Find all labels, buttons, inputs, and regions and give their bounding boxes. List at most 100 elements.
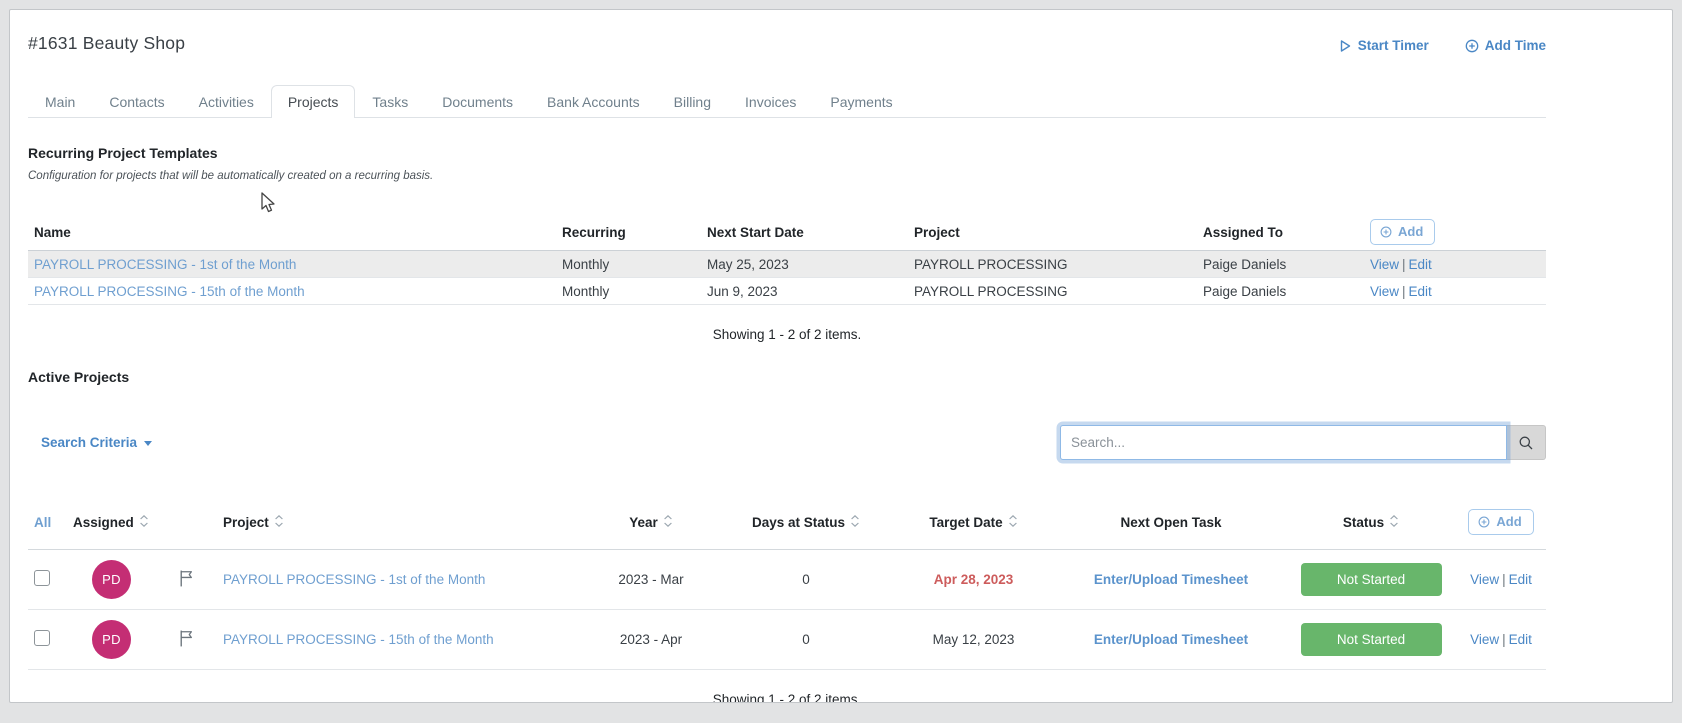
col-next-start-date: Next Start Date xyxy=(701,214,908,251)
search-button[interactable] xyxy=(1507,425,1546,460)
add-project-button[interactable]: Add xyxy=(1468,509,1534,535)
divider: | xyxy=(1402,256,1406,272)
avatar: PD xyxy=(92,620,131,659)
template-project: PAYROLL PROCESSING xyxy=(914,283,1068,299)
tab-invoices[interactable]: Invoices xyxy=(728,85,813,118)
sort-icon xyxy=(663,514,673,531)
active-projects-title: Active Projects xyxy=(28,369,130,385)
recurring-templates-title: Recurring Project Templates xyxy=(28,145,218,161)
search-criteria-dropdown[interactable]: Search Criteria xyxy=(41,435,153,450)
tab-bank-accounts[interactable]: Bank Accounts xyxy=(530,85,657,118)
divider: | xyxy=(1502,572,1506,587)
sort-icon xyxy=(1389,514,1399,531)
active-showing-text: Showing 1 - 2 of 2 items. xyxy=(712,692,862,703)
project-link[interactable]: PAYROLL PROCESSING - 15th of the Month xyxy=(223,632,494,647)
tab-tasks[interactable]: Tasks xyxy=(355,85,425,118)
col-status[interactable]: Status xyxy=(1286,504,1456,550)
sort-icon xyxy=(850,514,860,531)
search-icon xyxy=(1518,435,1534,451)
recurring-templates-subtitle: Configuration for projects that will be … xyxy=(28,170,434,182)
table-row: PAYROLL PROCESSING - 15th of the Month M… xyxy=(28,278,1546,305)
edit-link[interactable]: Edit xyxy=(1509,632,1532,647)
tab-projects[interactable]: Projects xyxy=(270,85,356,119)
target-date: May 12, 2023 xyxy=(932,632,1015,647)
search-group xyxy=(1060,425,1546,460)
start-timer-button[interactable]: Start Timer xyxy=(1338,38,1429,53)
select-all-link[interactable]: All xyxy=(34,515,51,530)
play-icon xyxy=(1338,39,1352,53)
col-days-at-status[interactable]: Days at Status xyxy=(721,504,891,550)
row-checkbox[interactable] xyxy=(34,570,50,586)
edit-link[interactable]: Edit xyxy=(1509,572,1532,587)
col-assigned-to: Assigned To xyxy=(1197,214,1364,251)
edit-link[interactable]: Edit xyxy=(1409,257,1432,272)
divider: | xyxy=(1502,632,1506,647)
template-name-link[interactable]: PAYROLL PROCESSING - 15th of the Month xyxy=(34,284,305,299)
table-row: PD PAYROLL PROCESSING - 1st of the Month… xyxy=(28,550,1546,610)
days-at-status: 0 xyxy=(802,572,810,587)
col-target-date[interactable]: Target Date xyxy=(891,504,1056,550)
page-header: #1631 Beauty Shop Start Timer Add Time xyxy=(28,33,1546,54)
recurring-header-row: Name Recurring Next Start Date Project A… xyxy=(28,214,1546,251)
avatar: PD xyxy=(92,560,131,599)
client-panel: #1631 Beauty Shop Start Timer Add Time M… xyxy=(9,9,1673,703)
flag-icon[interactable] xyxy=(178,629,195,648)
template-project: PAYROLL PROCESSING xyxy=(914,256,1068,272)
flag-icon[interactable] xyxy=(178,569,195,588)
tab-contacts[interactable]: Contacts xyxy=(92,85,181,118)
tab-documents[interactable]: Documents xyxy=(425,85,530,118)
template-recurring: Monthly xyxy=(562,283,610,299)
status-badge[interactable]: Not Started xyxy=(1300,563,1442,596)
search-input[interactable] xyxy=(1060,425,1507,460)
view-link[interactable]: View xyxy=(1470,632,1499,647)
active-header-row: All Assigned Project Year Days at Status… xyxy=(28,504,1546,550)
row-checkbox[interactable] xyxy=(34,630,50,646)
tab-billing[interactable]: Billing xyxy=(657,85,728,118)
view-link[interactable]: View xyxy=(1470,572,1499,587)
template-name-link[interactable]: PAYROLL PROCESSING - 1st of the Month xyxy=(34,257,296,272)
col-assigned[interactable]: Assigned xyxy=(67,504,161,550)
add-time-button[interactable]: Add Time xyxy=(1465,38,1546,53)
col-recurring: Recurring xyxy=(556,214,701,251)
project-link[interactable]: PAYROLL PROCESSING - 1st of the Month xyxy=(223,572,485,587)
template-next-start-date: May 25, 2023 xyxy=(707,256,789,272)
edit-link[interactable]: Edit xyxy=(1409,284,1432,299)
next-open-task-link[interactable]: Enter/Upload Timesheet xyxy=(1094,572,1248,587)
template-assigned-to: Paige Daniels xyxy=(1203,283,1287,299)
sort-icon xyxy=(274,514,284,531)
recurring-templates-table: Name Recurring Next Start Date Project A… xyxy=(28,214,1546,305)
table-row: PD PAYROLL PROCESSING - 15th of the Mont… xyxy=(28,610,1546,670)
template-next-start-date: Jun 9, 2023 xyxy=(707,283,778,299)
sort-icon xyxy=(139,514,149,531)
project-year: 2023 - Apr xyxy=(619,632,683,647)
page-title: #1631 Beauty Shop xyxy=(28,33,186,53)
view-link[interactable]: View xyxy=(1370,257,1399,272)
col-project[interactable]: Project xyxy=(211,504,581,550)
header-actions: Start Timer Add Time xyxy=(1338,38,1546,53)
next-open-task-link[interactable]: Enter/Upload Timesheet xyxy=(1094,632,1248,647)
tab-payments[interactable]: Payments xyxy=(813,85,909,118)
col-name: Name xyxy=(28,214,556,251)
chevron-down-icon xyxy=(144,441,153,446)
table-row: PAYROLL PROCESSING - 1st of the Month Mo… xyxy=(28,250,1546,278)
status-badge[interactable]: Not Started xyxy=(1300,623,1442,656)
template-assigned-to: Paige Daniels xyxy=(1203,256,1287,272)
recurring-showing-text: Showing 1 - 2 of 2 items. xyxy=(712,327,862,342)
plus-circle-icon xyxy=(1478,516,1490,528)
add-template-button[interactable]: Add xyxy=(1370,219,1436,245)
days-at-status: 0 xyxy=(802,632,810,647)
tab-activities[interactable]: Activities xyxy=(182,85,271,118)
template-recurring: Monthly xyxy=(562,256,610,272)
plus-circle-icon xyxy=(1465,39,1479,53)
project-year: 2023 - Mar xyxy=(618,572,684,587)
col-project: Project xyxy=(908,214,1197,251)
sort-icon xyxy=(1008,514,1018,531)
target-date: Apr 28, 2023 xyxy=(933,572,1014,587)
active-projects-table: All Assigned Project Year Days at Status… xyxy=(28,504,1546,670)
col-year[interactable]: Year xyxy=(581,504,721,550)
col-next-open-task: Next Open Task xyxy=(1056,504,1286,550)
tab-main[interactable]: Main xyxy=(28,85,92,118)
tab-bar: Main Contacts Activities Projects Tasks … xyxy=(28,85,1546,119)
plus-circle-icon xyxy=(1380,226,1392,238)
view-link[interactable]: View xyxy=(1370,284,1399,299)
